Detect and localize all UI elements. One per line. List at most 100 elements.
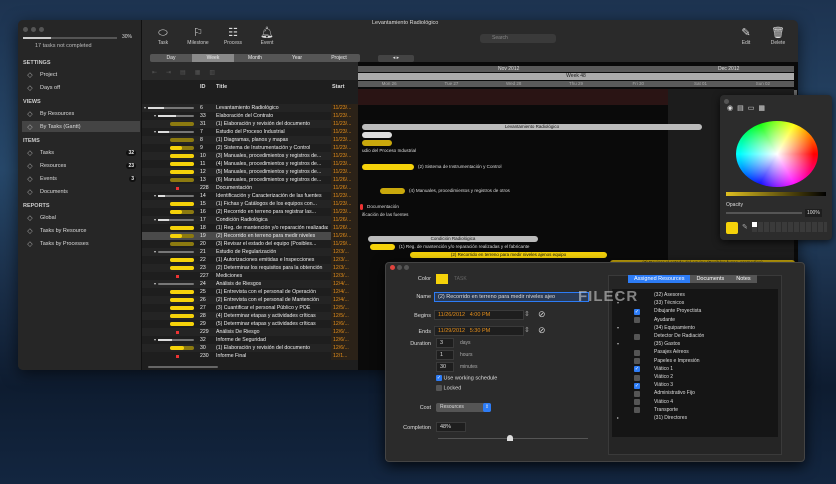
table-row[interactable]: 30 (1) Elaboración y revisión del documen… <box>142 344 358 352</box>
table-row[interactable]: ▾ 24 Análisis de Riesgos 12/4/... <box>142 280 358 288</box>
checkbox[interactable] <box>436 385 442 391</box>
sidebar-item-days-off[interactable]: ◇ Days off <box>22 82 140 93</box>
table-row[interactable]: ▾ 14 Identificación y Caracterización de l… <box>142 192 358 200</box>
current-color-swatch[interactable] <box>726 222 738 234</box>
table-row[interactable]: 29 (5) Determinar etapas y actividades cr… <box>142 320 358 328</box>
table-row[interactable]: 13 (6) Manuales, procedimientos y registr… <box>142 176 358 184</box>
task-button[interactable]: ⬭ Task <box>148 26 178 46</box>
scale-week[interactable]: Week <box>192 54 234 62</box>
sidebar-item-events[interactable]: ◇ Events 3 <box>22 173 140 184</box>
color-wheel-icon[interactable]: ◉ <box>727 105 737 112</box>
table-row[interactable]: 227 Mediciones 12/3/... <box>142 272 358 280</box>
sidebar-item-global[interactable]: ◇ Global <box>22 212 140 223</box>
ends-stepper[interactable]: ⇕ <box>524 326 530 334</box>
sidebar-item-by-tasks-gantt-[interactable]: ◇ By Tasks (Gantt) <box>22 121 140 132</box>
table-row[interactable]: 20 (3) Revisar el estado del equipo (Posi… <box>142 240 358 248</box>
resource-checkbox[interactable] <box>634 390 640 397</box>
sliders-icon[interactable]: ▤ <box>737 105 748 112</box>
table-row[interactable]: 9 (2) Sistema de Instrumentación y Contro… <box>142 144 358 152</box>
gantt-bar[interactable] <box>380 188 405 194</box>
scale-year[interactable]: Year <box>276 54 318 62</box>
resource-checkbox[interactable] <box>634 358 640 365</box>
disclosure-triangle-icon[interactable]: ▾ <box>144 104 146 112</box>
locked-checkbox[interactable]: Locked <box>436 385 461 391</box>
disclosure-triangle-icon[interactable]: ▾ <box>154 248 156 256</box>
begins-field[interactable]: 11/26/2012 4:00 PM <box>434 310 524 320</box>
tab-notes[interactable]: Notes <box>730 275 757 283</box>
brightness-slider[interactable] <box>726 192 826 196</box>
milestone-button[interactable]: ⚐ Milestone <box>183 26 213 46</box>
table-row[interactable]: 23 (2) Determinar los requisitos para la … <box>142 264 358 272</box>
disclosure-triangle-icon[interactable]: ▾ <box>154 280 156 288</box>
resource-checkbox[interactable] <box>634 333 640 340</box>
table-row[interactable]: 26 (2) Entrevista con el personal de Mant… <box>142 296 358 304</box>
table-row[interactable]: ▾ 6 Levantamiento Radiológico 11/23/... <box>142 104 358 112</box>
minimize-button[interactable] <box>397 265 402 270</box>
table-row[interactable]: 18 (1) Reg. de mantención y/o reparación … <box>142 224 358 232</box>
begins-stepper[interactable]: ⇕ <box>524 310 530 318</box>
days-field[interactable]: 3 <box>436 338 454 348</box>
resource-checkbox[interactable]: ✓ <box>634 308 640 315</box>
disclosure-triangle-icon[interactable]: ▸ <box>617 415 619 420</box>
ends-calendar-icon[interactable]: ⊘ <box>538 325 546 336</box>
disclosure-triangle-icon[interactable]: ▾ <box>154 336 156 344</box>
sidebar-item-project[interactable]: ◇ Project <box>22 69 140 80</box>
gantt-bar[interactable]: Condición Radiológica <box>368 236 538 242</box>
table-row[interactable]: 16 (2) Recorrido en terreno para registra… <box>142 208 358 216</box>
disclosure-triangle-icon[interactable]: ▾ <box>154 192 156 200</box>
sidebar-item-tasks-by-resource[interactable]: ◇ Tasks by Resource <box>22 225 140 236</box>
table-row[interactable]: 27 (3) Cuantificar el personal Público y … <box>142 304 358 312</box>
resource-checkbox[interactable] <box>634 349 640 356</box>
gantt-nav-arrows[interactable]: ◂ ▸ <box>378 55 414 62</box>
outline-tools[interactable]: ⇤⇥▤▦▥ <box>152 69 224 76</box>
table-row[interactable]: 15 (1) Fichas y Catálogos de los equipos … <box>142 200 358 208</box>
table-row[interactable]: 228 Documentación 11/26/... <box>142 184 358 192</box>
gantt-bar[interactable]: (2) Recorrido en terreno para medir nive… <box>410 252 607 258</box>
edit-button[interactable]: ✎ Edit <box>731 26 761 46</box>
gantt-bar[interactable]: Levantamiento Radiológico <box>362 124 702 130</box>
gantt-bar[interactable] <box>360 204 363 210</box>
minimize-button[interactable] <box>31 27 36 32</box>
resource-checkbox[interactable] <box>634 407 640 414</box>
opacity-value[interactable]: 100% <box>805 209 822 217</box>
working-schedule-checkbox[interactable]: ✓ Use working schedule <box>436 375 497 381</box>
time-scale-selector[interactable]: Day Week Month Year Project <box>150 54 360 62</box>
eyedropper-icon[interactable]: ✎ <box>742 223 748 231</box>
table-row[interactable]: 230 Informe Final 12/1... <box>142 352 358 360</box>
close-button[interactable] <box>23 27 28 32</box>
opacity-slider[interactable] <box>726 212 802 214</box>
table-row[interactable]: 10 (3) Manuales, procedimientos y registr… <box>142 152 358 160</box>
table-row[interactable]: 229 Análisis De Riesgo 12/6/... <box>142 328 358 336</box>
search-input[interactable]: Search <box>480 34 556 43</box>
table-row[interactable]: 22 (1) Autorizaciones emitidas e Inspecci… <box>142 256 358 264</box>
delete-button[interactable]: 🗑︎ Delete <box>763 26 793 46</box>
header-id[interactable]: ID <box>200 84 206 90</box>
header-title[interactable]: Title <box>216 84 227 90</box>
disclosure-triangle-icon[interactable]: ▾ <box>154 112 156 120</box>
sidebar-item-documents[interactable]: ◇ Documents <box>22 186 140 197</box>
tab-assigned-resources[interactable]: Assigned Resources <box>628 275 691 283</box>
event-button[interactable]: 🔔︎ Event <box>252 26 282 46</box>
slider-knob[interactable] <box>507 435 513 441</box>
swatch-grid[interactable] <box>752 222 827 232</box>
minutes-field[interactable]: 30 <box>436 362 454 372</box>
sidebar-item-resources[interactable]: ◇ Resources 23 <box>22 160 140 171</box>
disclosure-triangle-icon[interactable]: ▾ <box>617 325 619 330</box>
checkbox[interactable]: ✓ <box>436 375 442 381</box>
resource-checkbox[interactable]: ✓ <box>634 382 640 389</box>
resource-checkbox[interactable] <box>634 374 640 381</box>
disclosure-triangle-icon[interactable]: ▾ <box>154 128 156 136</box>
palette-icon[interactable]: ▭ <box>748 105 759 112</box>
zoom-button[interactable] <box>404 265 409 270</box>
gantt-bar[interactable] <box>362 164 414 170</box>
picker-mode-tabs[interactable]: ◉▤▭▦ <box>727 104 769 112</box>
table-row[interactable]: 28 (4) Determinar etapas y actividades cr… <box>142 312 358 320</box>
color-swatch[interactable] <box>436 274 448 284</box>
sidebar-item-tasks-by-processes[interactable]: ◇ Tasks by Processes <box>22 238 140 249</box>
table-row[interactable]: 8 (1) Diagramas, planos y mapas 11/23/... <box>142 136 358 144</box>
gantt-bar[interactable] <box>362 140 392 146</box>
table-row[interactable]: ▾ 21 Estudio de Regularización 12/3/... <box>142 248 358 256</box>
header-start[interactable]: Start <box>332 84 345 90</box>
scale-project[interactable]: Project <box>318 54 360 62</box>
process-button[interactable]: ☷ Process <box>218 26 248 46</box>
